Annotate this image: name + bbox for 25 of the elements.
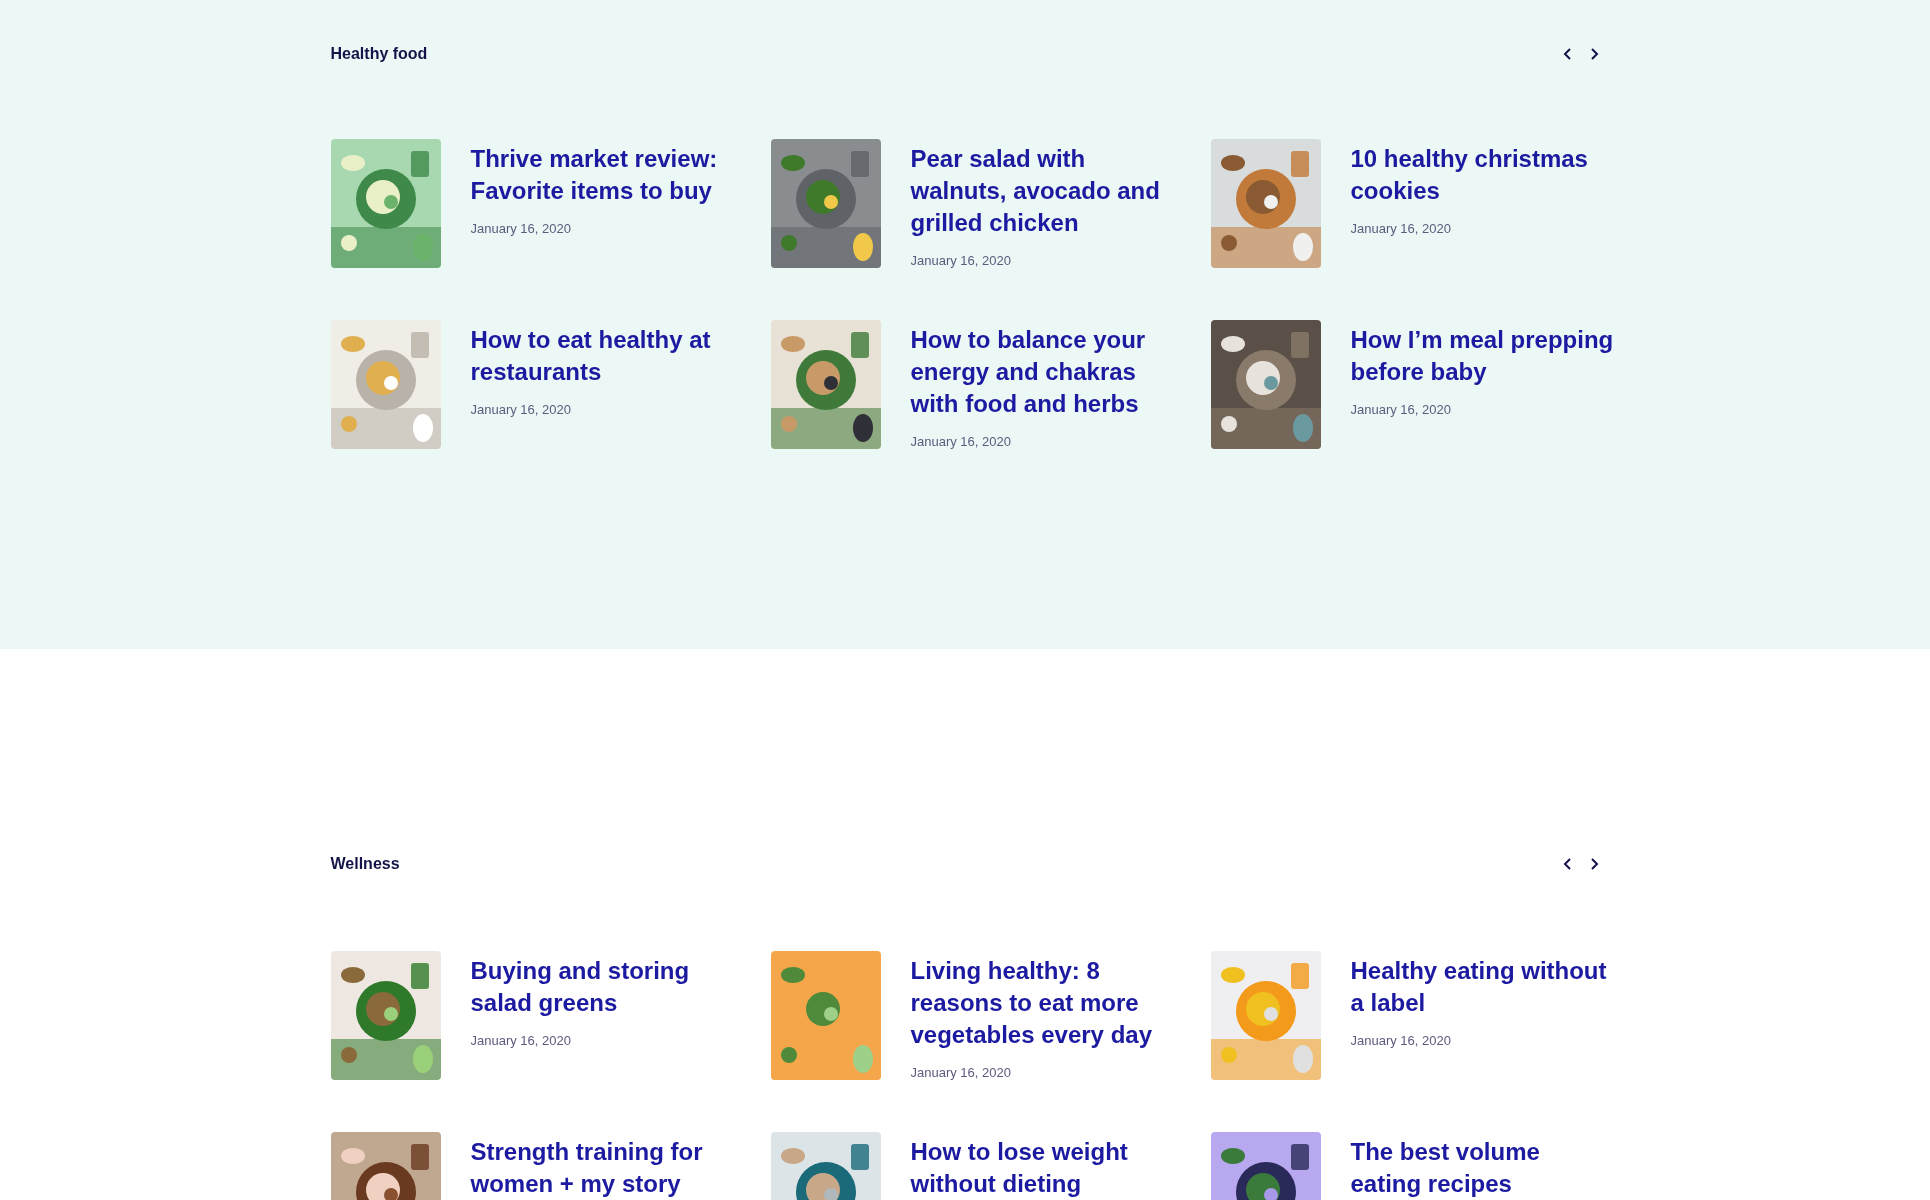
post-title[interactable]: How to lose weight without dieting <box>910 1136 1175 1200</box>
post-title[interactable]: Healthy eating without a label <box>1350 955 1615 1019</box>
chevron-left-icon <box>1561 47 1574 61</box>
post-title[interactable]: Strength training for women + my story <box>470 1136 735 1200</box>
post-title[interactable]: Thrive market review: Favorite items to buy <box>470 143 735 207</box>
post-date: January 16, 2020 <box>910 253 1012 268</box>
post-title[interactable]: Pear salad with walnuts, avocado and grilled chicken <box>910 143 1175 239</box>
post-date: January 16, 2020 <box>470 402 572 417</box>
post-date: January 16, 2020 <box>1350 402 1452 417</box>
post-title[interactable]: How to eat healthy at restaurants <box>470 324 735 388</box>
post-title[interactable]: The best volume eating recipes <box>1350 1136 1615 1200</box>
section-heading: Wellness <box>330 855 400 873</box>
post-date: January 16, 2020 <box>910 434 1012 449</box>
chevron-left-icon <box>1561 857 1574 871</box>
section-heading: Healthy food <box>330 45 428 63</box>
post-date: January 16, 2020 <box>910 1065 1012 1080</box>
post-title[interactable]: Buying and storing salad greens <box>470 955 735 1019</box>
post-title[interactable]: Living healthy: 8 reasons to eat more vegetables every day <box>910 955 1175 1051</box>
post-title[interactable]: How I’m meal prepping before baby <box>1350 324 1615 388</box>
post-date: January 16, 2020 <box>1350 221 1452 236</box>
post-date: January 16, 2020 <box>1350 1033 1452 1048</box>
post-title[interactable]: How to balance your energy and chakras with food and herbs <box>910 324 1175 420</box>
post-date: January 16, 2020 <box>470 221 572 236</box>
post-date: January 16, 2020 <box>470 1033 572 1048</box>
post-title[interactable]: 10 healthy christmas cookies <box>1350 143 1615 207</box>
